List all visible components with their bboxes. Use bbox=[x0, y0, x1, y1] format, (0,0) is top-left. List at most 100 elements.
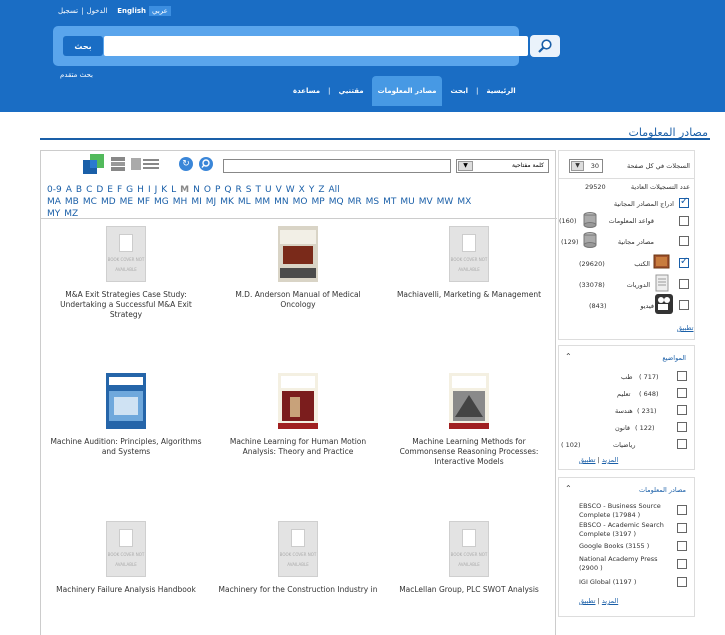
per-page-select[interactable]: ▼ 30 bbox=[569, 159, 603, 173]
book-item[interactable]: Machine Audition: Principles, Algorithms… bbox=[46, 373, 206, 457]
book-title[interactable]: M&A Exit Strategies Case Study: Undertak… bbox=[46, 290, 206, 320]
subject-checkbox[interactable] bbox=[677, 371, 687, 381]
letter-link[interactable]: 0-9 bbox=[47, 184, 62, 196]
book-title[interactable]: MacLellan Group, PLC SWOT Analysis bbox=[389, 585, 549, 595]
letter-link[interactable]: MO bbox=[293, 196, 308, 208]
letter-link[interactable]: MB bbox=[65, 196, 79, 208]
letter-link[interactable]: P bbox=[215, 184, 220, 196]
subject-checkbox[interactable] bbox=[677, 422, 687, 432]
letter-link[interactable]: O bbox=[204, 184, 211, 196]
letter-link[interactable]: I bbox=[148, 184, 151, 196]
letter-link[interactable]: MT bbox=[383, 196, 396, 208]
letter-link[interactable]: S bbox=[246, 184, 252, 196]
book-title[interactable]: Machine Learning Methods for Commonsense… bbox=[389, 437, 549, 467]
letter-link[interactable]: G bbox=[126, 184, 133, 196]
letter-link[interactable]: W bbox=[286, 184, 295, 196]
apply-link[interactable]: تطبيق bbox=[677, 324, 694, 332]
letter-link[interactable]: N bbox=[193, 184, 200, 196]
book-cover-placeholder[interactable]: BOOK COVER NOT AVAILABLE bbox=[449, 226, 489, 282]
go-search-button[interactable] bbox=[199, 157, 213, 171]
letter-link[interactable]: MF bbox=[137, 196, 150, 208]
letter-link[interactable]: MG bbox=[154, 196, 169, 208]
apply-link[interactable]: تطبيق bbox=[579, 597, 596, 605]
book-cover-placeholder[interactable]: BOOK COVER NOT AVAILABLE bbox=[106, 226, 146, 282]
source-checkbox[interactable] bbox=[677, 523, 687, 533]
book-item[interactable]: M.D. Anderson Manual of Medical Oncology bbox=[218, 226, 378, 310]
letter-link[interactable]: MN bbox=[274, 196, 289, 208]
letter-link[interactable]: All bbox=[329, 184, 340, 196]
letter-link[interactable]: Q bbox=[224, 184, 231, 196]
book-cover-placeholder[interactable]: BOOK COVER NOT AVAILABLE bbox=[106, 521, 146, 577]
book-title[interactable]: Machiavelli, Marketing & Management bbox=[389, 290, 549, 300]
letter-link[interactable]: MW bbox=[437, 196, 454, 208]
books-checkbox[interactable] bbox=[679, 256, 689, 268]
arabic-link[interactable]: عربي bbox=[149, 6, 171, 16]
letter-link[interactable]: MS bbox=[366, 196, 379, 208]
book-cover[interactable] bbox=[278, 226, 318, 282]
source-checkbox[interactable] bbox=[677, 541, 687, 551]
source-checkbox[interactable] bbox=[677, 559, 687, 569]
collapse-icon[interactable]: ⌃ bbox=[565, 352, 572, 361]
letter-link[interactable]: X bbox=[299, 184, 305, 196]
refresh-button[interactable]: ↻ bbox=[179, 157, 193, 171]
book-cover[interactable] bbox=[278, 373, 318, 429]
letter-link[interactable]: J bbox=[155, 184, 158, 196]
letter-link[interactable]: ME bbox=[120, 196, 133, 208]
book-cover[interactable] bbox=[449, 373, 489, 429]
journals-checkbox[interactable] bbox=[679, 279, 689, 289]
letter-link[interactable]: MU bbox=[400, 196, 414, 208]
source-checkbox[interactable] bbox=[677, 505, 687, 515]
letter-link[interactable]: E bbox=[107, 184, 113, 196]
letter-link[interactable]: U bbox=[265, 184, 272, 196]
letter-link[interactable]: MX bbox=[457, 196, 471, 208]
letter-link[interactable]: B bbox=[76, 184, 82, 196]
letter-link[interactable]: MK bbox=[220, 196, 234, 208]
letter-link[interactable]: T bbox=[255, 184, 261, 196]
keyword-input[interactable] bbox=[223, 159, 451, 173]
letter-link[interactable]: MM bbox=[255, 196, 271, 208]
letter-link[interactable]: MP bbox=[312, 196, 325, 208]
search-button[interactable]: بحث bbox=[63, 36, 103, 56]
book-item[interactable]: BOOK COVER NOT AVAILABLE MacLellan Group… bbox=[389, 521, 549, 595]
book-title[interactable]: Machine Learning for Human Motion Analys… bbox=[218, 437, 378, 457]
letter-link[interactable]: MV bbox=[419, 196, 433, 208]
subject-checkbox[interactable] bbox=[677, 439, 687, 449]
magnifier-button[interactable] bbox=[530, 35, 560, 57]
video-checkbox[interactable] bbox=[679, 300, 689, 310]
letter-link[interactable]: MI bbox=[191, 196, 201, 208]
grid-view-icon[interactable] bbox=[83, 154, 105, 174]
letter-link[interactable]: V bbox=[276, 184, 282, 196]
databases-checkbox[interactable] bbox=[679, 216, 689, 226]
book-cover-placeholder[interactable]: BOOK COVER NOT AVAILABLE bbox=[449, 521, 489, 577]
letter-link[interactable]: MA bbox=[47, 196, 61, 208]
book-item[interactable]: BOOK COVER NOT AVAILABLE Machinery Failu… bbox=[46, 521, 206, 595]
letter-link[interactable]: MH bbox=[173, 196, 188, 208]
detail-list-icon[interactable] bbox=[111, 156, 125, 172]
subject-checkbox[interactable] bbox=[677, 388, 687, 398]
book-item[interactable]: Machine Learning Methods for Commonsense… bbox=[389, 373, 549, 467]
free-sources-checkbox[interactable] bbox=[679, 236, 689, 246]
book-item[interactable]: BOOK COVER NOT AVAILABLE Machiavelli, Ma… bbox=[389, 226, 549, 300]
letter-link[interactable]: M bbox=[180, 184, 189, 196]
letter-link[interactable]: MJ bbox=[206, 196, 216, 208]
book-cover[interactable] bbox=[106, 373, 146, 429]
list-view-icon[interactable] bbox=[131, 158, 159, 170]
letter-link[interactable]: R bbox=[236, 184, 242, 196]
more-link[interactable]: المزيد bbox=[602, 597, 618, 605]
english-link[interactable]: English bbox=[117, 7, 146, 15]
book-title[interactable]: Machinery for the Construction Industry … bbox=[218, 585, 378, 594]
book-item[interactable]: BOOK COVER NOT AVAILABLE M&A Exit Strate… bbox=[46, 226, 206, 320]
book-title[interactable]: Machine Audition: Principles, Algorithms… bbox=[46, 437, 206, 457]
nav-home[interactable]: الرئيسية bbox=[479, 76, 524, 106]
collapse-icon[interactable]: ⌃ bbox=[565, 484, 572, 493]
book-item[interactable]: BOOK COVER NOT AVAILABLE Machinery for t… bbox=[218, 521, 378, 594]
letter-link[interactable]: MD bbox=[101, 196, 116, 208]
letter-link[interactable]: MQ bbox=[329, 196, 344, 208]
nav-help[interactable]: مساعدة bbox=[285, 76, 328, 106]
advanced-search-link[interactable]: بحث متقدم bbox=[60, 71, 93, 79]
source-checkbox[interactable] bbox=[677, 577, 687, 587]
search-input[interactable] bbox=[104, 36, 528, 56]
keyword-type-select[interactable]: ▼ كلمة مفتاحية bbox=[456, 159, 549, 173]
letter-link[interactable]: A bbox=[66, 184, 72, 196]
free-resources-checkbox[interactable] bbox=[679, 196, 689, 208]
